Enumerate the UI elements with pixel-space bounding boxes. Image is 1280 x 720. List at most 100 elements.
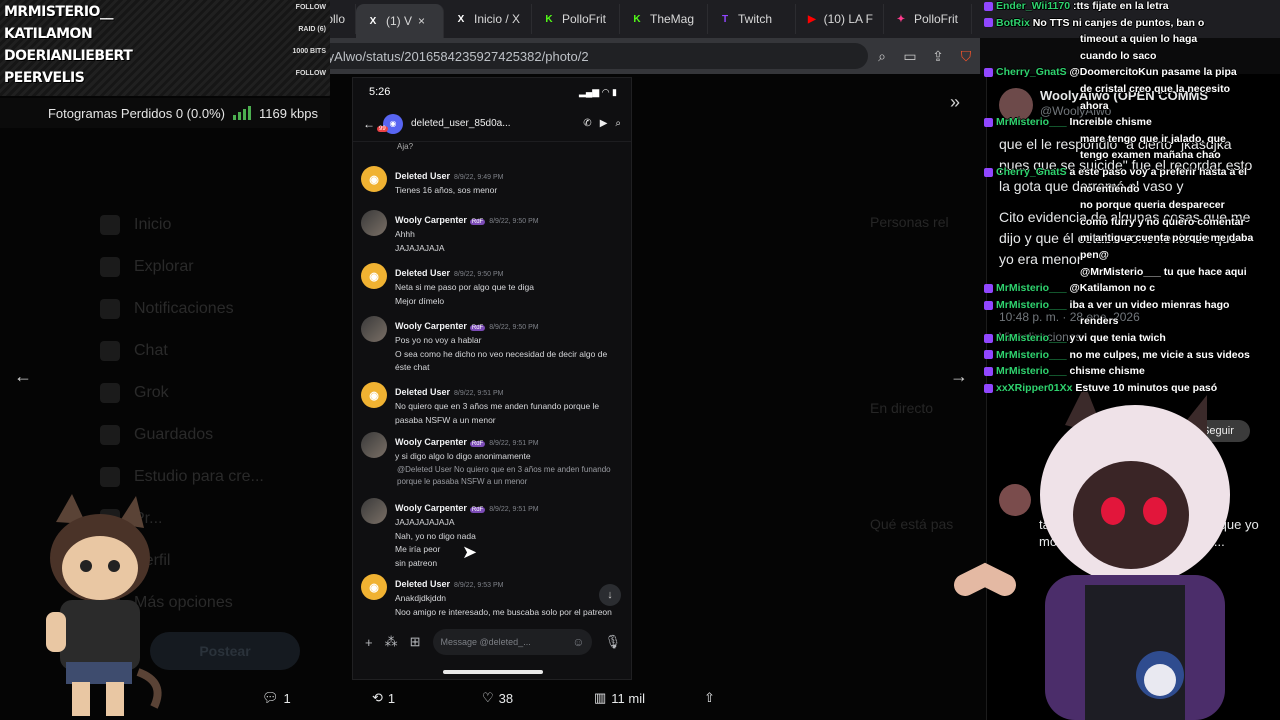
tab-label: TheMag [650,12,695,26]
chat-username: xxXRipper01Xx [996,381,1073,394]
chat-text: Increible chisme [1069,116,1152,129]
discord-logo-avatar[interactable]: ◉ [361,263,387,289]
back-arrow-icon[interactable]: ← [363,117,375,131]
cast-icon[interactable]: ▭ [896,48,924,65]
browser-tab[interactable]: ✦ PolloFrit [884,4,972,34]
nav-label: Notificaciones [134,300,234,317]
browser-tab[interactable]: X (1) V × [356,4,444,38]
chat-text: pen@ [1080,249,1109,261]
chat-badge-icon [984,333,993,343]
browser-tab[interactable]: K PolloFrit [532,4,620,34]
search-icon[interactable]: ⌕ [615,118,621,129]
user-avatar[interactable] [361,498,387,524]
message-author[interactable]: Wooly Carpenter [395,321,467,331]
x-nav-item[interactable]: Grok [100,372,340,414]
message-text: y si digo algo lo digo anonimamente [395,451,531,461]
message-text: Nah, yo no digo nada [395,530,476,541]
gift-icon[interactable]: ⊞ [410,634,421,650]
chat-text: renders [1080,315,1119,328]
chat-username: Ender_Wii1170 [996,0,1071,12]
x-nav-item[interactable]: Notificaciones [100,288,340,330]
chat-line: mare tengo que ir jalado, que [1080,133,1226,146]
like-button[interactable]: ♡ 38 [482,690,513,706]
message-text: Anakdjdkjddn [395,593,447,603]
discord-logo-avatar[interactable]: ◉ [361,166,387,192]
message-text: Tienes 16 años, sos menor [395,185,498,195]
unread-badge: 99 [377,125,388,132]
add-icon[interactable]: + [365,635,373,650]
address-bar[interactable]: x.com/WoolyAlwo/status/20165842359274253… [250,43,868,69]
chat-text: mare tengo que ir jalado, que [1080,132,1226,145]
dm-name[interactable]: deleted_user_85d0a... [411,118,575,129]
browser-tab[interactable]: X Inicio / X [444,4,532,34]
tab-label: Twitch [738,12,773,26]
share-button[interactable]: ⇧ [704,690,715,706]
share-icon[interactable]: ⇪ [924,48,952,65]
nav-label: Estudio para cre... [134,468,264,485]
chat-text: de cristal creo que la necesito [1080,83,1230,95]
call-icon[interactable]: ✆ [583,118,591,129]
x-nav-item[interactable]: Chat [100,330,340,372]
emoji-icon[interactable]: ☺ [572,635,584,649]
message-text: Neta si me paso por algo que te diga [395,282,534,292]
phone-status-icons: ▂▄▆ ◠ ▮ [578,86,617,97]
repost-count: 1 [387,690,396,706]
discord-logo-avatar[interactable]: ◉ [361,574,387,600]
alert-tag: FOLLOW [295,4,326,11]
user-avatar[interactable] [361,210,387,236]
expand-panel-icon[interactable]: » [950,92,960,113]
message-author[interactable]: Wooly Carpenter [395,215,467,225]
mic-icon[interactable]: 🎙 [604,634,621,650]
x-nav-item[interactable]: Guardados [100,414,340,456]
message-author[interactable]: Wooly Carpenter [395,437,467,447]
message-time: 8/9/22, 9:51 PM [489,440,539,447]
repost-button[interactable]: ⟲ 1 [372,690,395,706]
jump-down-icon[interactable]: ↓ [599,584,621,606]
like-count: 38 [498,690,514,706]
browser-tab[interactable]: T Twitch [708,4,796,34]
post-button[interactable]: Postear [150,632,300,670]
browser-tab[interactable]: K TheMag [620,4,708,34]
nav-icon [100,467,120,487]
chat-message: ◉ Deleted User 8/9/22, 9:50 PM Neta si me p… [353,263,631,308]
tab-favicon-icon: K [633,13,641,25]
message-time: 8/9/22, 9:53 PM [454,582,504,589]
close-tab-icon[interactable]: × [418,14,425,28]
twitch-chat-overlay: Ender_Wii1170 :tts fijate en la letra Bot… [962,0,1280,420]
message-input[interactable]: Message @deleted_... ☺ [432,629,593,655]
chat-line: mi antigua cuenta porque me daba [1080,232,1253,245]
reply-quote: @Deleted User No quiero que en 3 años me… [397,465,611,486]
message-author[interactable]: Wooly Carpenter [395,503,467,513]
right-vtuber-avatar [954,385,1230,720]
nav-icon [100,257,120,277]
alert-name: PEERVELIS [4,70,85,86]
chat-message: ◉ Deleted User 8/9/22, 9:51 PM No quiero qu… [353,382,631,427]
chat-username: MrMisterio___ [996,298,1067,311]
dropped-frames-text: Fotogramas Perdidos 0 (0.0%) [47,105,225,121]
chat-text: tengo examen mañana chao [1080,149,1221,162]
alert-tag: RAID (6) [298,26,326,33]
user-avatar[interactable] [361,316,387,342]
chat-text: @MrMisterio___ tu que hace aqui [1080,265,1247,278]
message-author[interactable]: Deleted User [395,579,450,589]
x-nav-item[interactable]: Explorar [100,246,340,288]
chat-badge-icon [984,366,993,376]
browser-tab[interactable]: ▶ (10) LA F [796,4,884,34]
video-icon[interactable]: ▶ [600,118,608,129]
apps-icon[interactable]: ⁂ [385,634,398,650]
reply-button[interactable]: 💬︎ 1 [262,690,291,706]
previous-image-arrow-icon[interactable]: ← [14,366,32,387]
tab-favicon-icon: ✦ [896,13,906,25]
views-button[interactable]: ▥ 11 mil [594,690,645,706]
user-avatar[interactable] [361,432,387,458]
message-author[interactable]: Deleted User [395,387,450,397]
zoom-icon[interactable]: ⌕ [868,48,896,65]
tab-label: Inicio / X [474,12,521,26]
message-text: Noo amigo re interesado, me buscaba solo… [395,606,612,617]
message-text: pasaba NSFW a un menor [395,414,496,425]
discord-logo-avatar[interactable]: ◉ [361,382,387,408]
message-author[interactable]: Deleted User [395,171,450,181]
message-author[interactable]: Deleted User [395,268,450,278]
chat-text: a este paso voy a preferir hasta a el [1069,166,1247,178]
x-nav-item[interactable]: Inicio [100,204,340,246]
